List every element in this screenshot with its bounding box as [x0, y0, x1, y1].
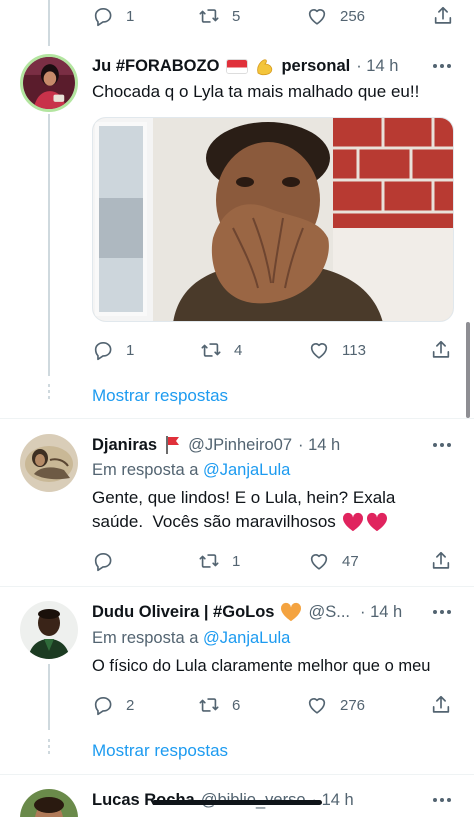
reply-button[interactable]: 2	[92, 693, 134, 717]
red-heart-icon	[366, 512, 388, 532]
tweet-actions: 1 4 113	[92, 338, 458, 362]
reply-icon	[92, 5, 114, 27]
like-count: 256	[340, 7, 366, 25]
mention-link[interactable]: @JanjaLula	[203, 461, 290, 479]
user-handle[interactable]: @JPinheiro07	[188, 436, 292, 455]
display-name[interactable]: Dudu Oliveira | #GoLos	[92, 603, 274, 622]
share-icon	[430, 694, 452, 716]
tweet-time[interactable]: · 14 h	[360, 603, 402, 622]
tweet-header: Ju #FORABOZO personal · 14 h	[92, 55, 398, 77]
like-count: 47	[342, 552, 359, 570]
thread-continuation	[48, 384, 50, 402]
like-button[interactable]: 256	[306, 4, 365, 28]
replying-to: Em resposta a @JanjaLula	[92, 629, 290, 648]
flexed-biceps-icon	[254, 55, 276, 77]
display-name[interactable]: Djaniras	[92, 436, 157, 455]
share-icon	[430, 550, 452, 572]
more-options-button[interactable]	[430, 601, 454, 623]
retweet-count: 1	[232, 552, 241, 570]
divider	[0, 774, 474, 775]
tweet-actions: 1 47	[92, 549, 458, 573]
more-options-button[interactable]	[430, 434, 454, 456]
red-flag-icon	[164, 435, 182, 455]
scrollbar[interactable]	[466, 322, 470, 418]
share-icon	[430, 339, 452, 361]
tweet-text-line-2: saúde. Vocês são maravilhosos	[92, 512, 336, 531]
retweet-icon	[198, 550, 220, 572]
retweet-count: 5	[232, 7, 241, 25]
replying-to: Em resposta a @JanjaLula	[92, 461, 290, 480]
tweet-time[interactable]: · 14 h	[356, 57, 398, 76]
share-icon	[432, 5, 454, 27]
retweet-icon	[198, 694, 220, 716]
user-handle[interactable]: @S...	[308, 603, 350, 622]
tweet-time[interactable]: · 14 h	[298, 436, 340, 455]
heart-icon	[306, 5, 328, 27]
retweet-button[interactable]: 5	[198, 4, 240, 28]
reply-count: 1	[126, 341, 135, 359]
heart-icon	[306, 694, 328, 716]
thread-line	[48, 664, 50, 730]
heart-icon	[308, 550, 330, 572]
avatar[interactable]	[20, 54, 78, 112]
show-replies-link[interactable]: Mostrar respostas	[92, 386, 228, 406]
share-button[interactable]	[430, 693, 452, 717]
retweet-icon	[200, 339, 222, 361]
mention-link[interactable]: @JanjaLula	[203, 629, 290, 647]
divider	[0, 418, 474, 419]
display-name-suffix: personal	[281, 56, 351, 75]
avatar[interactable]	[20, 601, 78, 659]
reply-button[interactable]: 1	[92, 4, 134, 28]
more-options-button[interactable]	[430, 55, 454, 77]
home-indicator[interactable]	[152, 800, 322, 805]
replying-to-label: Em resposta a	[92, 461, 203, 479]
reply-button[interactable]	[92, 549, 126, 573]
tweet-text: O físico do Lula claramente melhor que o…	[92, 657, 431, 675]
more-options-button[interactable]	[430, 789, 454, 811]
tweet-media-image[interactable]	[92, 117, 454, 322]
reply-button[interactable]: 1	[92, 338, 134, 362]
tweet-text-line: Gente, que lindos! E o Lula, hein? Exala	[92, 488, 396, 507]
share-button[interactable]	[430, 549, 452, 573]
retweet-count: 4	[234, 341, 243, 359]
tweet-header: Dudu Oliveira | #GoLos @S... · 14 h	[92, 601, 402, 623]
orange-heart-icon	[280, 602, 302, 622]
reply-icon	[92, 550, 114, 572]
tweet-text: Chocada q o Lyla ta mais malhado que eu!…	[92, 82, 420, 101]
retweet-button[interactable]: 1	[198, 549, 240, 573]
tweet-actions: 2 6 276	[92, 693, 458, 717]
display-name[interactable]: Ju #FORABOZO	[92, 57, 219, 76]
divider	[0, 586, 474, 587]
avatar[interactable]	[20, 434, 78, 492]
tweet-text: Gente, que lindos! E o Lula, hein? Exala…	[92, 486, 462, 534]
thread-line	[48, 114, 50, 376]
share-button[interactable]	[432, 4, 454, 28]
reply-icon	[92, 339, 114, 361]
indonesia-flag-icon	[226, 58, 249, 74]
retweet-button[interactable]: 6	[198, 693, 240, 717]
like-button[interactable]: 113	[308, 338, 366, 362]
like-button[interactable]: 276	[306, 693, 365, 717]
like-count: 276	[340, 696, 366, 714]
thread-continuation	[48, 739, 50, 757]
retweet-icon	[198, 5, 220, 27]
retweet-button[interactable]: 4	[200, 338, 242, 362]
tweet-actions-top: 1 5 256	[92, 4, 458, 28]
show-replies-link[interactable]: Mostrar respostas	[92, 741, 228, 761]
tweet-header: Djaniras @JPinheiro07 · 14 h	[92, 434, 340, 456]
red-heart-icon	[342, 512, 364, 532]
reply-count: 1	[126, 7, 135, 25]
retweet-count: 6	[232, 696, 241, 714]
avatar[interactable]	[20, 789, 78, 817]
tweet-text-line: saúde. Vocês são maravilhosos	[92, 510, 462, 534]
reply-icon	[92, 694, 114, 716]
heart-icon	[308, 339, 330, 361]
thread-line	[48, 0, 50, 46]
replying-to-label: Em resposta a	[92, 629, 203, 647]
like-button[interactable]: 47	[308, 549, 359, 573]
share-button[interactable]	[430, 338, 452, 362]
reply-count: 2	[126, 696, 135, 714]
like-count: 113	[342, 341, 366, 359]
